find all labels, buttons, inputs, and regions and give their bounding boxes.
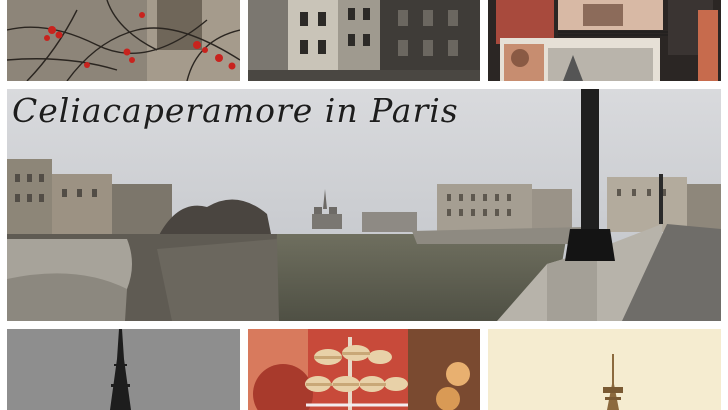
photo-postcards [488,0,721,81]
photo-eiffel-tower-top [488,329,721,410]
photo-seine-panorama: Celiacaperamore in Paris [7,89,721,321]
photo-red-berries [7,0,240,81]
collage-title: Celiacaperamore in Paris [12,91,459,130]
photo-paris-street [248,0,480,81]
photo-eiffel-tower-grey [7,329,240,410]
photo-macarons [248,329,480,410]
